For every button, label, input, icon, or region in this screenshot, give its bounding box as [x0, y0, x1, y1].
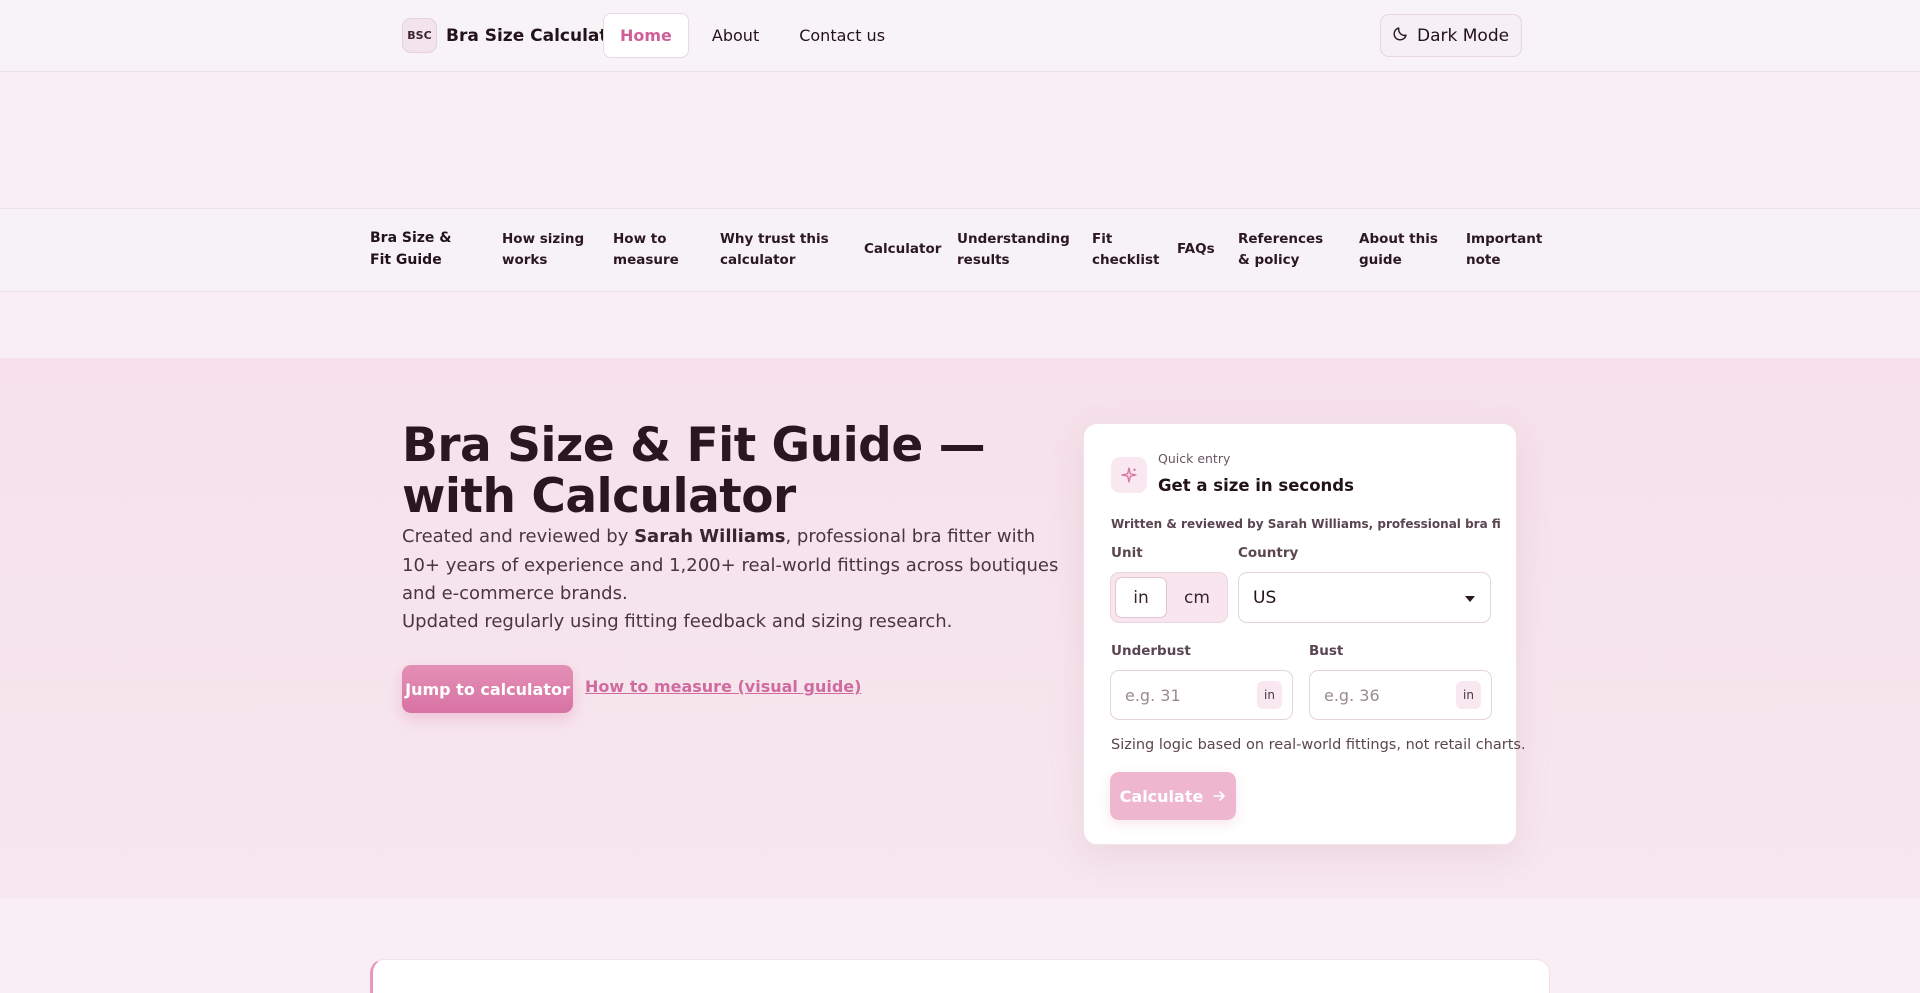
jump-to-calculator-button[interactable]: Jump to calculator — [402, 665, 573, 713]
guide-nav-item-faqs[interactable]: FAQs — [1177, 239, 1217, 260]
nav-about[interactable]: About — [695, 13, 776, 58]
country-select[interactable]: US — [1238, 572, 1491, 623]
brand-logo: BSC — [402, 18, 437, 53]
main-nav: Home About Contact us — [603, 13, 902, 58]
moon-icon — [1393, 25, 1409, 46]
guide-nav-item-how-to-measure[interactable]: How to measure — [613, 229, 693, 271]
underbust-input[interactable]: e.g. 31 in — [1110, 670, 1293, 720]
brand[interactable]: BSC Bra Size Calculator — [402, 18, 628, 53]
calculate-button[interactable]: Calculate — [1110, 772, 1236, 820]
guide-nav-item-fit-checklist[interactable]: Fit checklist — [1092, 229, 1160, 271]
hero-desc-prefix: Created and reviewed by — [402, 526, 635, 547]
guide-nav-item-understanding-results[interactable]: Understanding results — [957, 229, 1070, 271]
underbust-label: Underbust — [1111, 643, 1191, 659]
hero-updated-note: Updated regularly using fitting feedback… — [402, 611, 953, 632]
nav-home[interactable]: Home — [603, 13, 689, 58]
guide-nav-item-references[interactable]: References & policy — [1238, 229, 1338, 271]
sparkle-icon — [1111, 457, 1147, 493]
hero-description: Created and reviewed by Sarah Williams, … — [402, 523, 1062, 609]
unit-option-cm[interactable]: cm — [1171, 577, 1223, 618]
dark-mode-label: Dark Mode — [1417, 25, 1510, 46]
guide-nav-item-how-sizing-works[interactable]: How sizing works — [502, 229, 592, 271]
bust-input[interactable]: e.g. 36 in — [1309, 670, 1492, 720]
page-title: Bra Size & Fit Guide — with Calculator — [402, 418, 986, 524]
unit-label: Unit — [1111, 545, 1143, 561]
next-section-card — [370, 959, 1550, 993]
quick-calculator-card: Quick entry Get a size in seconds Writte… — [1083, 423, 1526, 845]
dark-mode-button[interactable]: Dark Mode — [1380, 14, 1523, 57]
underbust-unit-badge: in — [1257, 681, 1282, 709]
brand-name: Bra Size Calculator — [446, 25, 628, 46]
country-value: US — [1253, 587, 1277, 608]
bust-label: Bust — [1309, 643, 1344, 659]
nav-contact[interactable]: Contact us — [782, 13, 902, 58]
country-label: Country — [1238, 545, 1299, 561]
card-author-line: Written & reviewed by Sarah Williams, pr… — [1111, 517, 1501, 531]
sizing-note: Sizing logic based on real-world fitting… — [1111, 737, 1526, 753]
arrow-right-icon — [1213, 787, 1226, 806]
unit-toggle: in cm — [1110, 572, 1228, 623]
how-to-measure-link[interactable]: How to measure (visual guide) — [585, 677, 861, 696]
guide-nav-item-why-trust[interactable]: Why trust this calculator — [720, 229, 835, 271]
caret-down-icon — [1464, 588, 1476, 608]
bust-placeholder: e.g. 36 — [1324, 685, 1380, 705]
guide-nav-item-important-note[interactable]: Important note — [1466, 229, 1546, 271]
guide-nav-title[interactable]: Bra Size & Fit Guide — [370, 227, 470, 271]
hero-desc-author: Sarah Williams — [634, 526, 786, 547]
unit-option-in[interactable]: in — [1115, 577, 1167, 618]
card-title: Get a size in seconds — [1158, 476, 1354, 495]
guide-nav: Bra Size & Fit Guide How sizing works Ho… — [0, 208, 1920, 292]
card-kicker: Quick entry — [1158, 451, 1231, 466]
guide-nav-item-calculator[interactable]: Calculator — [864, 239, 944, 260]
guide-nav-item-about-guide[interactable]: About this guide — [1359, 229, 1439, 271]
calculate-label: Calculate — [1119, 786, 1204, 806]
underbust-placeholder: e.g. 31 — [1125, 685, 1181, 705]
bust-unit-badge: in — [1456, 681, 1481, 709]
top-navbar: BSC Bra Size Calculator Home About Conta… — [0, 0, 1920, 72]
